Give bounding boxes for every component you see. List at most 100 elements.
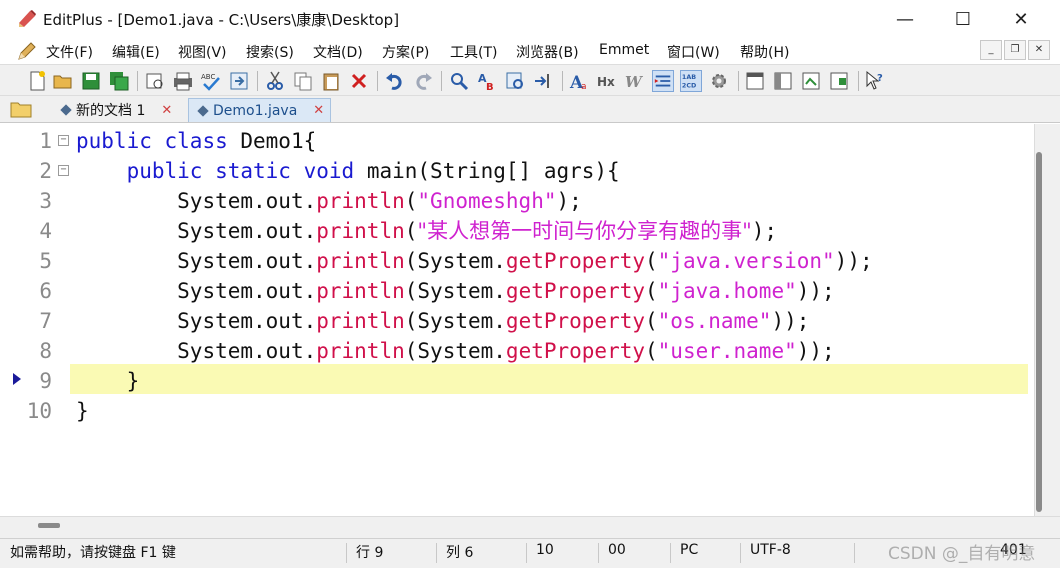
code-text: System.out. [177, 249, 317, 273]
settings-icon[interactable] [708, 70, 730, 92]
menu-search[interactable]: 搜索(S) [246, 42, 294, 62]
menu-tools[interactable]: 工具(T) [450, 42, 497, 62]
status-separator [740, 543, 741, 563]
goto-icon[interactable] [532, 70, 554, 92]
status-separator [854, 543, 855, 563]
folder-icon[interactable] [10, 100, 32, 118]
status-total-lines: 10 [536, 542, 554, 558]
line-number: 2 [39, 159, 52, 183]
code-text: System. [417, 339, 506, 363]
help-cursor-icon[interactable]: ? [864, 70, 886, 92]
method-name: getProperty [505, 249, 645, 273]
menu-window[interactable]: 窗口(W) [667, 42, 720, 62]
status-mode: PC [680, 542, 699, 558]
method-name: println [316, 339, 405, 363]
toolbar-separator [562, 71, 563, 91]
print-icon[interactable] [172, 70, 194, 92]
string-literal: "Gnomeshgh" [417, 189, 557, 213]
redo-icon[interactable] [412, 70, 434, 92]
new-file-icon[interactable] [26, 70, 48, 92]
svg-text:2CD: 2CD [682, 82, 696, 89]
code-editor[interactable]: 1 − 2 − 3 4 5 6 7 8 9 10 public class De… [0, 124, 1034, 516]
maximize-button[interactable]: ☐ [934, 0, 992, 38]
undo-icon[interactable] [384, 70, 406, 92]
cliptext-icon[interactable] [772, 70, 794, 92]
code-line: System.out.println(System.getProperty("j… [177, 249, 873, 273]
method-name: println [316, 279, 405, 303]
cut-icon[interactable] [264, 70, 286, 92]
svg-text:B: B [486, 82, 494, 92]
toolbar-separator [738, 71, 739, 91]
horizontal-scrollbar[interactable] [0, 516, 1060, 538]
browser-icon[interactable] [744, 70, 766, 92]
indent-icon[interactable] [652, 70, 674, 92]
code-line: System.out.println(System.getProperty("o… [177, 309, 810, 333]
save-all-icon[interactable] [108, 70, 130, 92]
menu-view[interactable]: 视图(V) [178, 42, 227, 62]
svg-text:?: ? [877, 73, 883, 84]
tab-new-document[interactable]: 新的文档 1 ✕ [52, 98, 178, 122]
close-button[interactable]: ✕ [992, 0, 1050, 38]
delete-icon[interactable] [348, 70, 370, 92]
tab-close-icon[interactable]: ✕ [313, 103, 324, 118]
status-separator [526, 543, 527, 563]
mdi-minimize-button[interactable]: _ [980, 40, 1002, 60]
method-name: getProperty [505, 339, 645, 363]
line-number: 4 [39, 219, 52, 243]
find-in-files-icon[interactable] [504, 70, 526, 92]
code-text: main(String[] agrs){ [354, 159, 620, 183]
save-icon[interactable] [80, 70, 102, 92]
tab-demo1-java[interactable]: Demo1.java ✕ [188, 98, 332, 122]
ftp-upload-icon[interactable] [228, 70, 250, 92]
window-title: EditPlus - [Demo1.java - C:\Users\康康\Des… [43, 11, 400, 29]
replace-icon[interactable]: AB [476, 70, 498, 92]
paste-icon[interactable] [320, 70, 342, 92]
string-literal: "os.name" [657, 309, 772, 333]
menu-file[interactable]: 文件(F) [46, 42, 93, 62]
menu-browser[interactable]: 浏览器(B) [516, 42, 579, 62]
hex-icon[interactable]: Hx [596, 70, 618, 92]
method-name: println [316, 219, 405, 243]
line-number: 9 [39, 369, 52, 393]
menu-emmet[interactable]: Emmet [599, 42, 649, 58]
code-text: System. [417, 279, 506, 303]
menu-document[interactable]: 文档(D) [313, 42, 363, 62]
line-number: 8 [39, 339, 52, 363]
user-tool-icon[interactable] [828, 70, 850, 92]
document-tab-bar: 新的文档 1 ✕ Demo1.java ✕ [0, 96, 1060, 123]
line-number-icon[interactable]: 1AB2CD [680, 70, 702, 92]
word-wrap-icon[interactable]: W [624, 70, 646, 92]
font-icon[interactable]: Aa [568, 70, 590, 92]
menu-help[interactable]: 帮助(H) [740, 42, 789, 62]
tab-label: 新的文档 1 [76, 103, 146, 119]
horizontal-scrollbar-thumb[interactable] [38, 523, 60, 528]
document-icon [197, 104, 209, 117]
menu-edit[interactable]: 编辑(E) [112, 42, 160, 62]
tab-close-icon[interactable]: ✕ [161, 103, 172, 118]
maximize-icon: ☐ [954, 8, 972, 30]
status-row: 行 9 [356, 545, 384, 561]
code-line: } [76, 396, 89, 426]
minimize-button[interactable]: — [876, 0, 934, 38]
fold-toggle-icon[interactable]: − [58, 165, 69, 176]
svg-text:1AB: 1AB [682, 74, 696, 81]
svg-text:Hx: Hx [597, 75, 615, 89]
spellcheck-icon[interactable]: ABC [200, 70, 222, 92]
toolbar-separator [377, 71, 378, 91]
mdi-close-button[interactable]: ✕ [1028, 40, 1050, 60]
copy-icon[interactable] [292, 70, 314, 92]
fold-toggle-icon[interactable]: − [58, 135, 69, 146]
menu-project[interactable]: 方案(P) [382, 42, 429, 62]
print-preview-icon[interactable] [144, 70, 166, 92]
code-line: public static void main(String[] agrs){ [76, 156, 620, 186]
mdi-restore-button[interactable]: ❐ [1004, 40, 1026, 60]
code-text: } [76, 399, 89, 423]
directory-icon[interactable] [800, 70, 822, 92]
open-folder-icon[interactable] [52, 70, 74, 92]
method-name: println [316, 309, 405, 333]
minimize-icon: — [896, 8, 914, 30]
code-line: } [76, 366, 140, 396]
status-separator [346, 543, 347, 563]
find-icon[interactable] [448, 70, 470, 92]
vertical-scrollbar-thumb[interactable] [1036, 152, 1042, 512]
